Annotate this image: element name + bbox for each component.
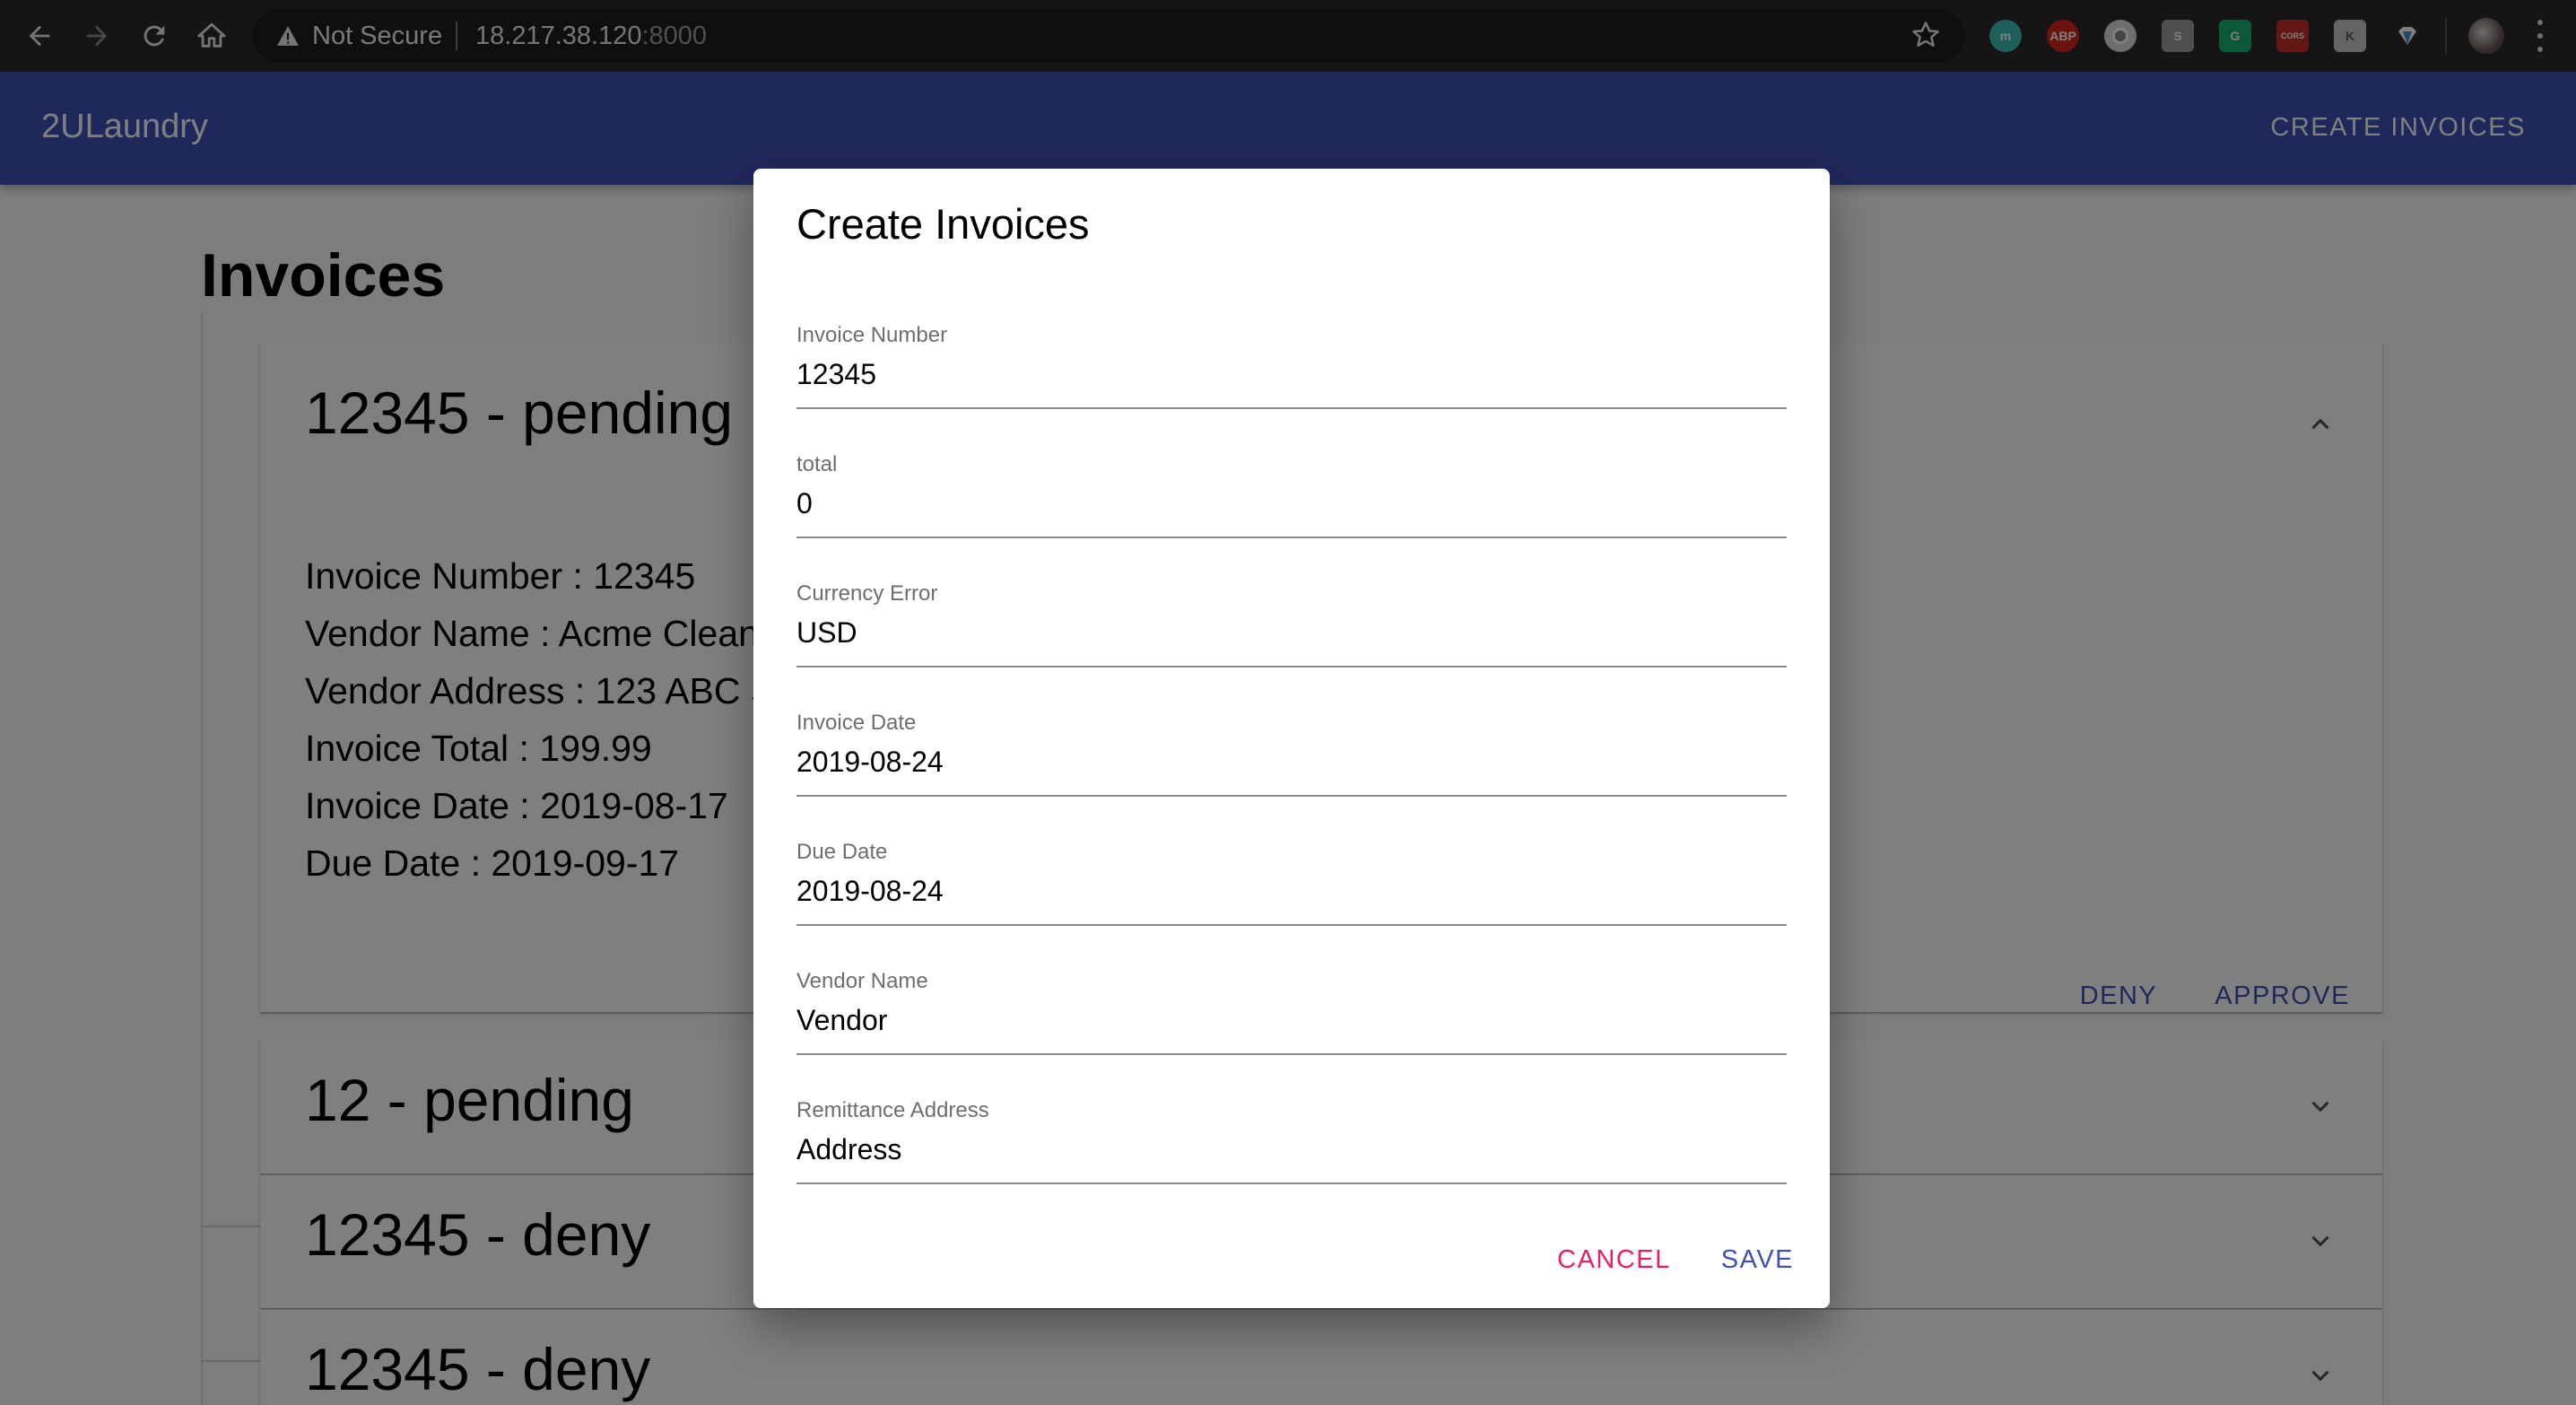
total-input[interactable] [796,483,1787,524]
vendor-name-label: Vendor Name [796,969,928,993]
create-invoices-dialog: Create Invoices Invoice Number total Cur… [753,169,1830,1308]
due-date-input[interactable] [796,870,1787,912]
invoice-number-input[interactable] [796,353,1787,395]
currency-field: Currency Error [796,581,1787,668]
invoice-number-field: Invoice Number [796,323,1787,409]
save-button[interactable]: SAVE [1721,1245,1794,1275]
dialog-title: Create Invoices [796,200,1090,248]
currency-label: Currency Error [796,581,938,606]
currency-input[interactable] [796,612,1787,653]
invoice-date-input[interactable] [796,741,1787,782]
remittance-address-field: Remittance Address [796,1098,1787,1184]
total-label: total [796,452,838,476]
total-field: total [796,452,1787,538]
remittance-address-label: Remittance Address [796,1098,989,1122]
invoice-number-label: Invoice Number [796,323,948,347]
vendor-name-field: Vendor Name [796,969,1787,1055]
invoice-date-field: Invoice Date [796,711,1787,797]
due-date-label: Due Date [796,840,888,864]
invoice-date-label: Invoice Date [796,711,917,735]
cancel-button[interactable]: CANCEL [1557,1245,1671,1275]
vendor-name-input[interactable] [796,999,1787,1041]
dialog-actions: CANCEL SAVE [1557,1245,1794,1275]
remittance-address-input[interactable] [796,1129,1787,1170]
due-date-field: Due Date [796,840,1787,926]
